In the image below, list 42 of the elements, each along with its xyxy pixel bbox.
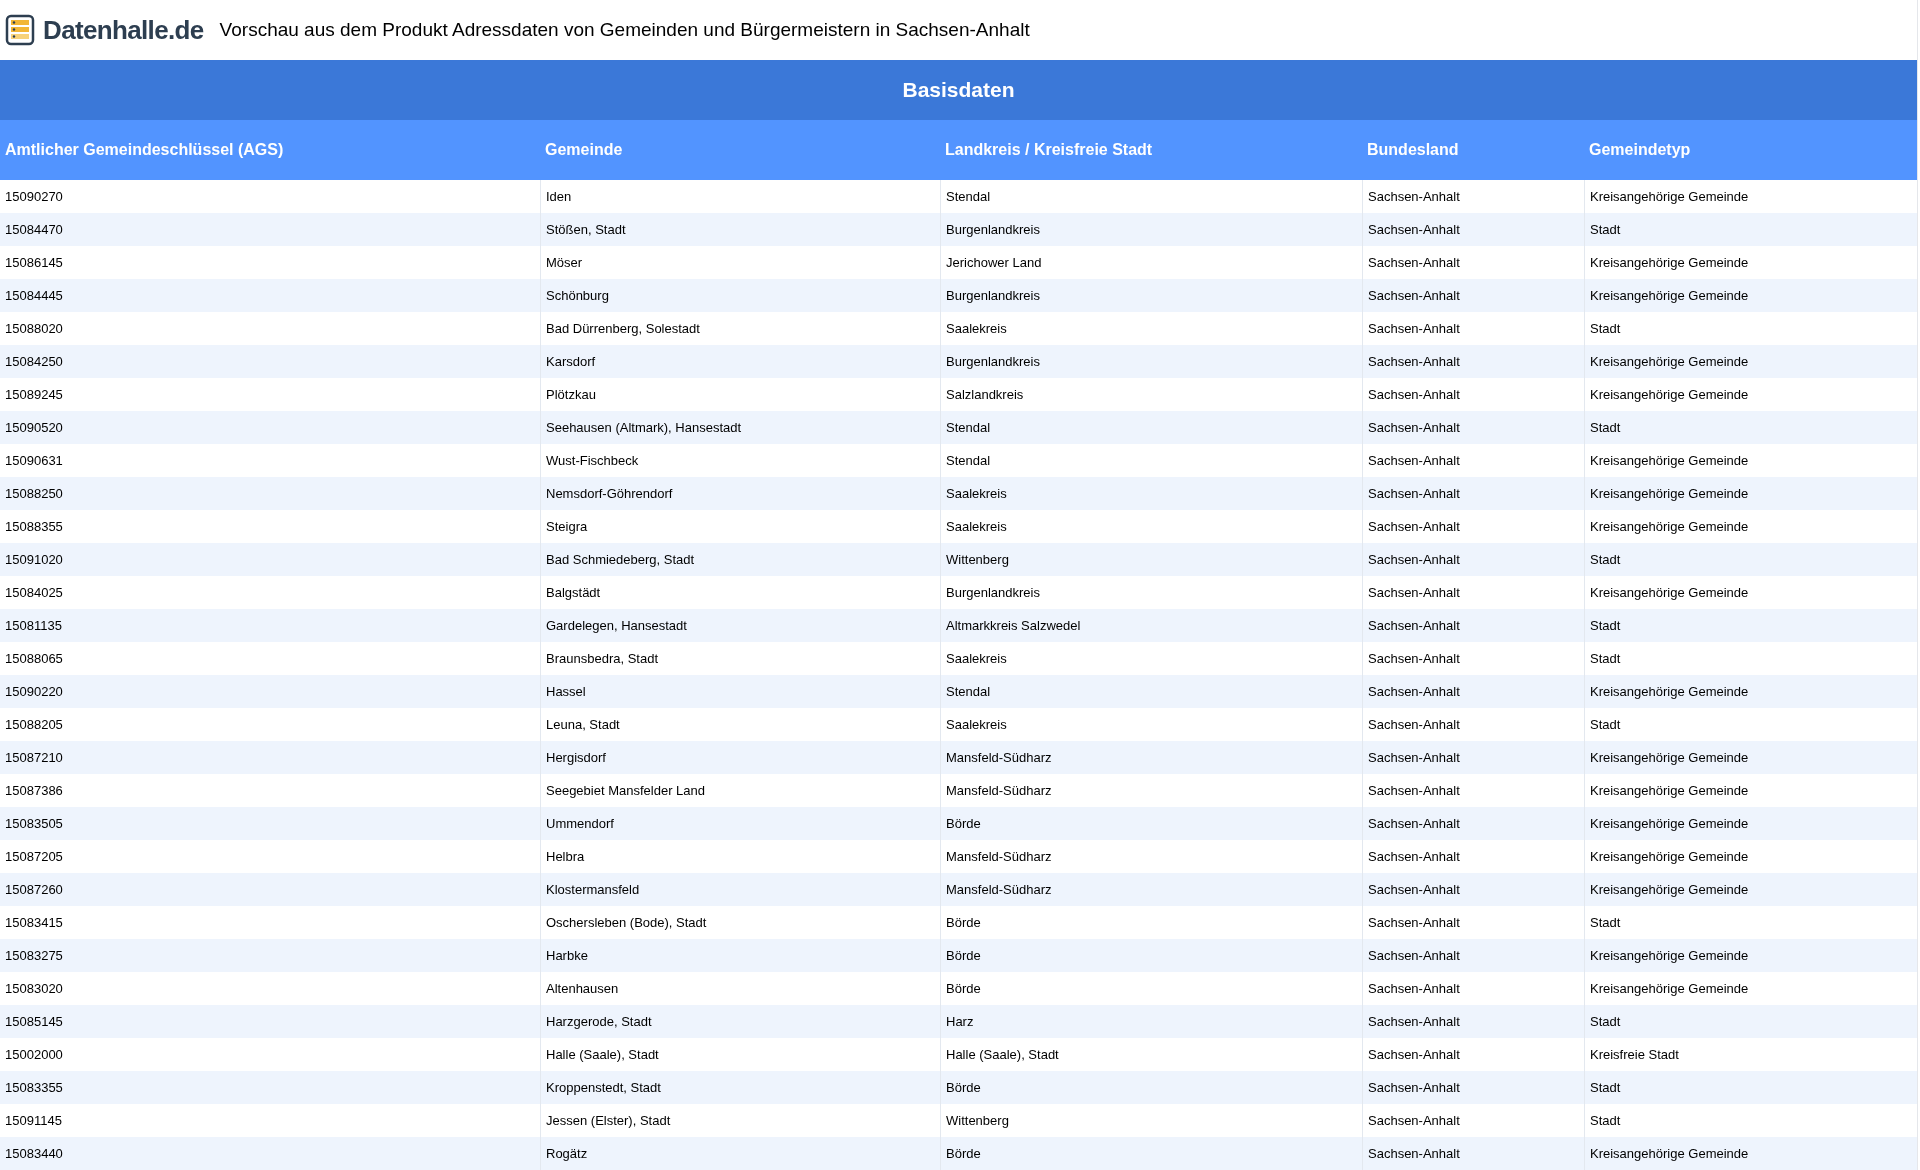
- table-cell-text: 15088205: [4, 715, 64, 734]
- table-cell-text: 15084445: [4, 286, 64, 305]
- column-header: Amtlicher Gemeindeschlüssel (AGS): [4, 140, 285, 160]
- table-cell-text: 15084470: [4, 220, 64, 239]
- table-cell-text: 15083505: [4, 814, 64, 833]
- table-cell: Rogätz: [540, 1137, 940, 1170]
- table-cell-text: 15087210: [4, 748, 64, 767]
- table-cell-text: 15083355: [4, 1078, 64, 1097]
- table-cell-text: 15087205: [4, 847, 64, 866]
- table-cell-text: 15090631: [4, 451, 64, 470]
- table-cell-text: 15088355: [4, 517, 64, 536]
- table-cell-text: 15086145: [4, 253, 64, 272]
- table-cell-text: 15087386: [4, 781, 64, 800]
- column-header: Bundesland: [1366, 140, 1460, 160]
- table-cell-text: 15083020: [4, 979, 64, 998]
- table-cell: Sachsen-Anhalt: [1362, 1137, 1584, 1170]
- table-cell-text: 15083415: [4, 913, 64, 932]
- table-cell-text: 15084250: [4, 352, 64, 371]
- table-cell: Kreisangehörige Gemeinde: [1584, 1137, 1917, 1170]
- table-cell-text: 15081135: [4, 616, 63, 635]
- section-header: Basisdaten: [0, 60, 1917, 120]
- column-header: Landkreis / Kreisfreie Stadt: [944, 140, 1154, 160]
- table-cell-text: 15083440: [4, 1144, 64, 1163]
- column-header: Gemeinde: [544, 140, 624, 160]
- table-cell-text: 15091020: [4, 550, 64, 569]
- page-title: Vorschau aus dem Produkt Adressdaten von Gemeinden und Bürgermeistern in Sachsen-Anhalt: [219, 17, 1030, 42]
- table-cell-text: 15088065: [4, 649, 64, 668]
- table-cell-text: 15084025: [4, 583, 64, 602]
- table-cell-text: 15083275: [4, 946, 64, 965]
- logo-text[interactable]: Datenhalle.de: [43, 10, 204, 50]
- table-cell-text: 15088250: [4, 484, 64, 503]
- table-cell-text: 15090270: [4, 187, 64, 206]
- table-cell-text: 15089245: [4, 385, 64, 404]
- column-header: Gemeindetyp: [1588, 140, 1692, 160]
- table-cell-text: 15002000: [4, 1045, 64, 1064]
- table-cell-text: 15090520: [4, 418, 64, 437]
- table-cell-text: 15090220: [4, 682, 64, 701]
- table-cell-text: 15088020: [4, 319, 64, 338]
- table-cell-text: 15087260: [4, 880, 64, 899]
- table-cell: Börde: [940, 1137, 1362, 1170]
- table-cell-text: 15085145: [4, 1012, 64, 1031]
- table-cell-text: 15091145: [4, 1111, 63, 1130]
